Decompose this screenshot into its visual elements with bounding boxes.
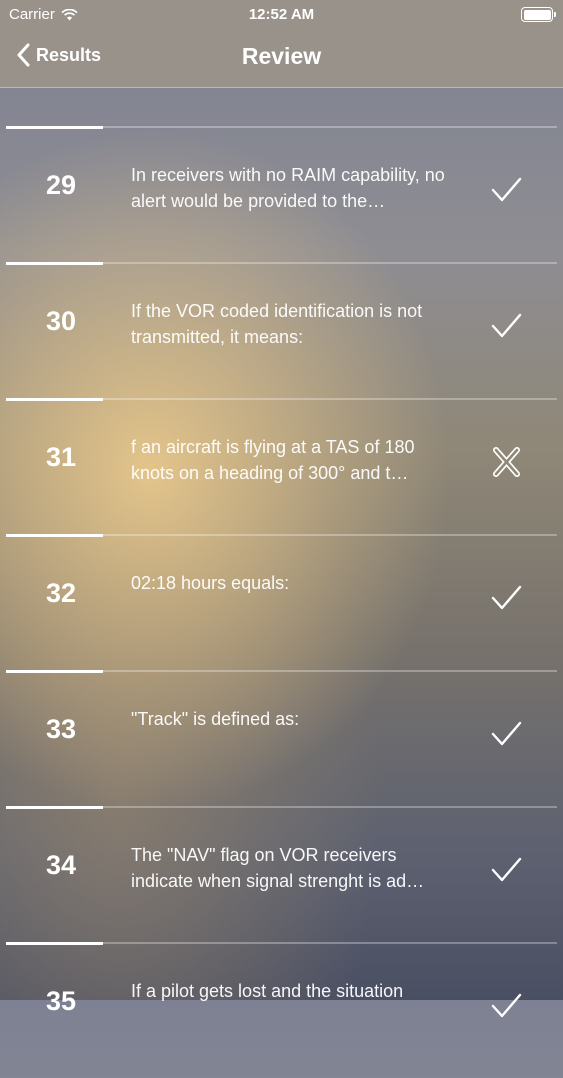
question-number: 31 (45, 442, 77, 472)
checkmark-icon (490, 583, 523, 613)
question-number: 35 (45, 986, 77, 1016)
question-number: 33 (45, 714, 77, 744)
question-row[interactable]: 34 The "NAV" flag on VOR receivers indica… (0, 806, 563, 942)
checkmark-icon (490, 991, 523, 1021)
question-row[interactable]: 35 If a pilot gets lost and the situation (0, 942, 563, 1078)
checkmark-icon (490, 855, 523, 885)
question-text: The "NAV" flag on VOR receivers indicate… (131, 845, 425, 891)
checkmark-icon (490, 311, 523, 341)
question-text: "Track" is defined as: (131, 709, 300, 729)
row-divider-accent (6, 806, 103, 809)
status-bar: Carrier 12:52 AM (0, 0, 563, 30)
checkmark-icon (490, 719, 523, 749)
question-row[interactable]: 33 "Track" is defined as: (0, 670, 563, 806)
question-row[interactable]: 29 In receivers with no RAIM capability, … (0, 126, 563, 262)
question-list: 29 In receivers with no RAIM capability, … (0, 126, 563, 1078)
question-row[interactable]: 30 If the VOR coded identification is not… (0, 262, 563, 398)
question-number: 34 (45, 850, 77, 880)
question-text: 02:18 hours equals: (131, 573, 290, 593)
question-text: If a pilot gets lost and the situation (131, 981, 404, 1001)
row-divider-accent (6, 670, 103, 673)
row-divider-accent (6, 398, 103, 401)
question-text: In receivers with no RAIM capability, no… (131, 165, 445, 211)
question-text: If the VOR coded identification is not t… (131, 301, 423, 347)
battery-icon (521, 7, 556, 22)
question-row[interactable]: 32 02:18 hours equals: (0, 534, 563, 670)
cross-icon (490, 447, 523, 477)
page-title: Review (241, 43, 322, 69)
question-row[interactable]: 31 f an aircraft is flying at a TAS of 18… (0, 398, 563, 534)
checkmark-icon (490, 175, 523, 205)
navigation-bar: Carrier 12:52 AM Results Review (0, 0, 563, 88)
question-number: 32 (45, 578, 77, 608)
row-divider-accent (6, 534, 103, 537)
question-text: f an aircraft is flying at a TAS of 180 … (131, 437, 415, 483)
row-divider-accent (6, 942, 103, 945)
status-time: 12:52 AM (248, 6, 315, 23)
row-divider-accent (6, 262, 103, 265)
question-number: 30 (45, 306, 77, 336)
question-number: 29 (45, 170, 77, 200)
row-divider-accent (6, 126, 103, 129)
